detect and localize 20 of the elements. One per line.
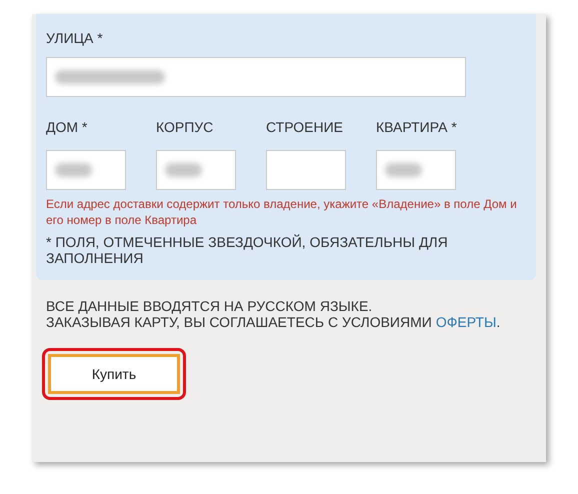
blurred-value	[55, 163, 92, 177]
field-label: ДОМ *	[46, 118, 88, 137]
field-label: СТРОЕНИЕ	[266, 118, 344, 137]
offer-link[interactable]: ОФЕРТЫ	[436, 314, 496, 330]
field-label: УЛИЦА *	[46, 29, 104, 48]
buy-button[interactable]: Купить	[48, 354, 180, 394]
required-note: * ПОЛЯ, ОТМЕЧЕННЫЕ ЗВЕЗДОЧКОЙ, ОБЯЗАТЕЛЬНЫ ДЛЯ ЗАПОЛНЕНИЯ	[46, 234, 449, 266]
notice-text: ВСЕ ДАННЫЕ ВВОДЯТСЯ НА РУССКОМ ЯЗЫКЕ.	[46, 298, 374, 314]
hint-text: Если адрес доставки содержит только владение, укажите «Владение» в поле Дом и его номер в поле Квартира	[46, 196, 518, 228]
input-field[interactable]	[156, 150, 236, 190]
field-label: КВАРТИРА *	[376, 118, 456, 137]
field-label: КОРПУС	[156, 118, 214, 137]
notice-text: ЗАКАЗЫВАЯ КАРТУ, ВЫ СОГЛАШАЕТЕСЬ С УСЛОВИЯМИ	[46, 314, 432, 330]
blurred-value	[385, 163, 422, 177]
input-field[interactable]	[266, 150, 346, 190]
blurred-value	[165, 163, 202, 177]
street-field[interactable]	[46, 57, 466, 97]
input-field[interactable]	[376, 150, 456, 190]
input-field[interactable]	[46, 150, 126, 190]
period-text: .	[496, 314, 500, 330]
